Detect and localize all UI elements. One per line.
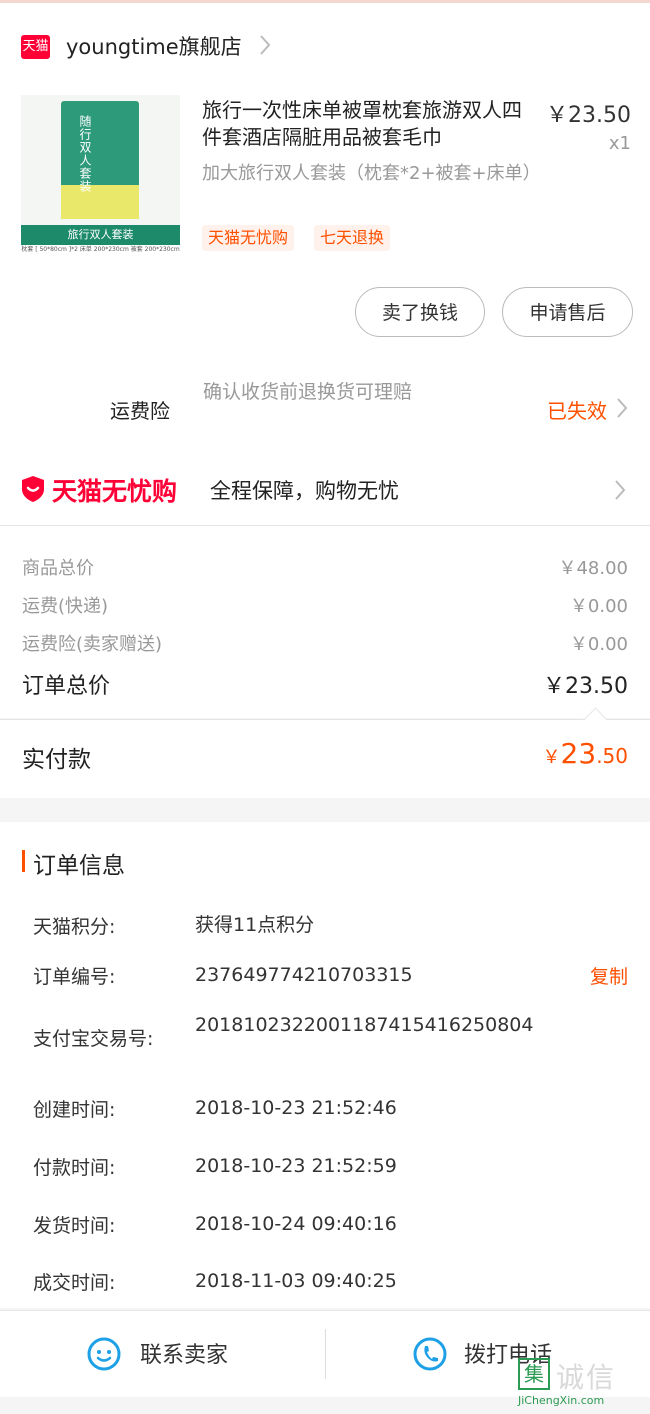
package-band — [61, 185, 139, 219]
watermark-box: 集 — [518, 1358, 550, 1390]
order-total-label: 订单总价 — [22, 674, 111, 699]
info-key: 发货时间: — [33, 1215, 116, 1237]
info-key: 订单编号: — [33, 966, 116, 988]
paid-decimal: .50 — [596, 744, 628, 768]
order-info-section: 订单信息 天猫积分: 获得11点积分 订单编号: 237649774210703… — [0, 822, 650, 1308]
divider — [325, 1329, 326, 1379]
worry-free-brand: 天猫无忧购 — [52, 477, 178, 506]
store-name[interactable]: youngtime旗舰店 — [66, 31, 242, 61]
product-title[interactable]: 旅行一次性床单被罩枕套旅游双人四件套酒店隔脏用品被套毛巾 — [202, 97, 532, 151]
copy-button[interactable]: 复制 — [590, 962, 628, 989]
package-spec: 枕套 [ 50*80cm ]*2 床单 200*230cm 被套 200*230… — [21, 245, 180, 254]
insurance-value: ￥0.00 — [569, 634, 628, 655]
freight-insurance-status: 已失效 — [547, 399, 607, 423]
chevron-right-icon — [617, 398, 628, 418]
freight-insurance-row[interactable]: 运费险 确认收货前退换货可理赔 已失效 — [0, 355, 650, 455]
shield-icon — [22, 476, 44, 502]
shipping-value: ￥0.00 — [569, 596, 628, 617]
info-value[interactable]: 2018102322001187415416250804 — [195, 1012, 535, 1038]
paid-integer: 23 — [560, 737, 597, 770]
watermark-logo: 集 诚信 JiChengXin.com — [518, 1356, 644, 1412]
price-summary: 商品总价 ￥48.00 运费(快递) ￥0.00 运费险(卖家赠送) ￥0.00… — [0, 526, 650, 718]
info-key: 创建时间: — [33, 1099, 116, 1121]
info-value: 2018-10-23 21:52:46 — [195, 1097, 397, 1119]
chevron-right-icon — [260, 35, 271, 55]
tag-worry-free: 天猫无忧购 — [202, 225, 295, 251]
worry-free-row[interactable]: 天猫无忧购 全程保障，购物无忧 — [0, 455, 650, 526]
info-key: 成交时间: — [33, 1272, 116, 1294]
product-sku: 加大旅行双人套装（枕套*2+被套+床单） — [202, 163, 541, 184]
product-item[interactable]: 随行双人套装 旅行双人套装 枕套 [ 50*80cm ]*2 床单 200*23… — [0, 85, 650, 275]
after-sale-button[interactable]: 申请售后 — [502, 287, 633, 337]
product-price: ￥23.50 — [546, 103, 631, 128]
phone-icon[interactable] — [412, 1336, 448, 1372]
freight-insurance-label: 运费险 — [110, 399, 170, 423]
info-value: 2018-10-24 09:40:16 — [195, 1213, 397, 1235]
info-key: 天猫积分: — [33, 916, 116, 938]
product-thumbnail[interactable]: 随行双人套装 旅行双人套装 枕套 [ 50*80cm ]*2 床单 200*23… — [21, 95, 180, 254]
paid-currency: ￥ — [542, 747, 561, 768]
package-bag — [61, 101, 139, 219]
order-info-title: 订单信息 — [33, 853, 125, 879]
worry-free-text: 全程保障，购物无忧 — [210, 479, 399, 503]
package-background: 随行双人套装 — [21, 95, 180, 225]
paid-row: 实付款 ￥23.50 — [0, 707, 650, 798]
info-key: 支付宝交易号: — [33, 1028, 154, 1050]
order-actions: 卖了换钱 申请售后 — [0, 275, 650, 355]
store-header[interactable]: 天猫 youngtime旗舰店 — [0, 3, 650, 85]
tmall-logo-icon: 天猫 — [21, 35, 50, 59]
watermark-en: JiChengXin.com — [518, 1394, 605, 1407]
info-value: 2018-11-03 09:40:25 — [195, 1270, 397, 1292]
info-value: 2018-10-23 21:52:59 — [195, 1155, 397, 1177]
insurance-label: 运费险(卖家赠送) — [22, 634, 163, 655]
info-value[interactable]: 237649774210703315 — [195, 962, 545, 988]
tag-seven-day-return: 七天退换 — [314, 225, 391, 251]
info-key: 付款时间: — [33, 1157, 116, 1179]
watermark-cn: 诚信 — [556, 1361, 617, 1394]
package-label: 旅行双人套装 — [21, 225, 180, 245]
section-accent-bar — [22, 850, 25, 872]
product-quantity: x1 — [608, 133, 631, 154]
chevron-right-icon — [615, 480, 626, 500]
chat-bubble-icon[interactable] — [86, 1336, 122, 1372]
sell-button[interactable]: 卖了换钱 — [355, 287, 485, 337]
package-bag-text: 随行双人套装 — [78, 115, 92, 193]
info-value: 获得11点积分 — [195, 914, 315, 936]
contact-seller-button[interactable]: 联系卖家 — [140, 1337, 228, 1369]
paid-value: ￥23.50 — [543, 737, 628, 770]
goods-total-value: ￥48.00 — [558, 558, 628, 579]
shipping-label: 运费(快递) — [22, 596, 109, 617]
order-total-value: ￥23.50 — [543, 674, 628, 699]
goods-total-label: 商品总价 — [22, 558, 94, 579]
paid-label: 实付款 — [22, 747, 91, 773]
freight-insurance-desc: 确认收货前退换货可理赔 — [203, 381, 413, 403]
